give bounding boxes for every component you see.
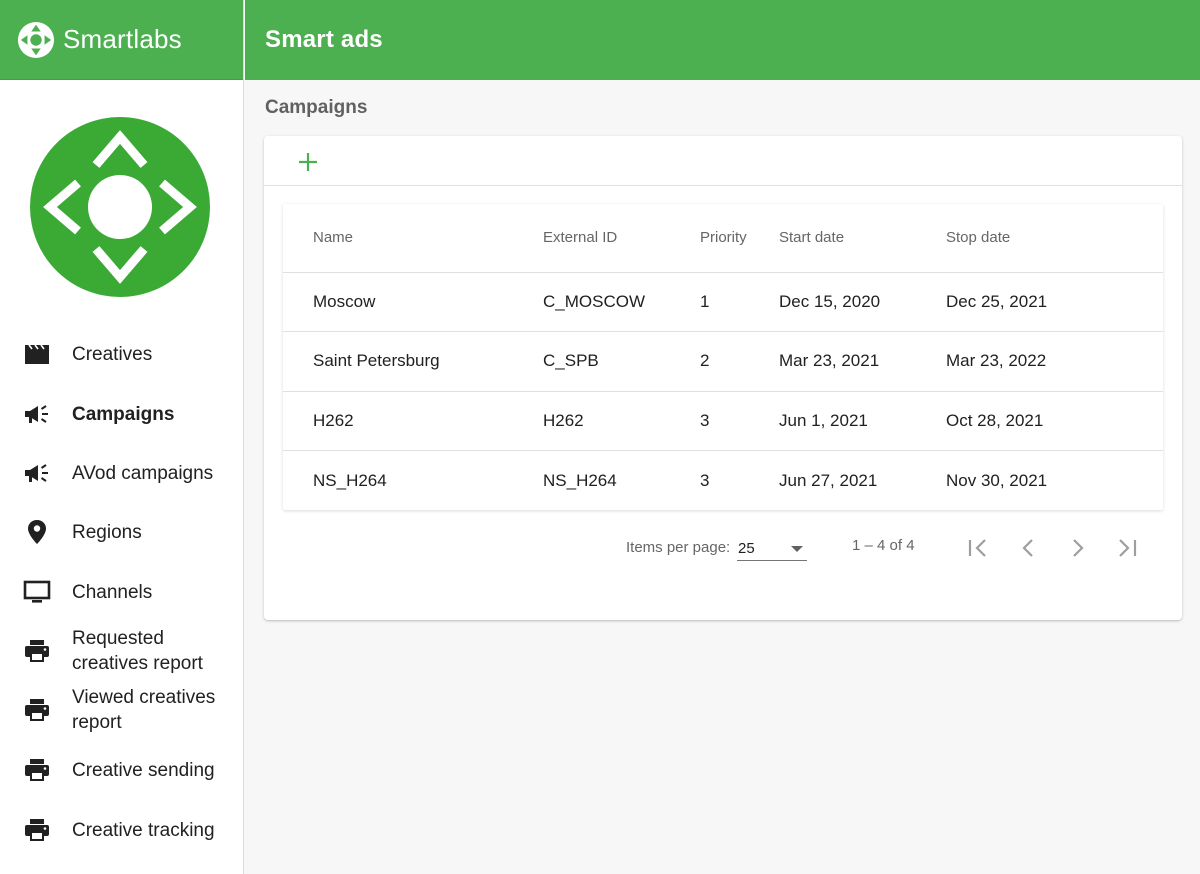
cell-external-id: C_MOSCOW: [543, 272, 700, 332]
dropdown-arrow-icon: [791, 546, 803, 552]
cell-stop-date: Mar 23, 2022: [946, 331, 1163, 392]
column-header-stop-date[interactable]: Stop date: [946, 204, 1163, 273]
sidebar-item-viewed-creatives-report[interactable]: Viewed creatives report: [0, 685, 243, 735]
cell-external-id: C_SPB: [543, 331, 700, 392]
megaphone-icon: [23, 459, 51, 487]
cell-stop-date: Oct 28, 2021: [946, 391, 1163, 451]
sidebar-item-creatives[interactable]: Creatives: [0, 342, 243, 366]
app-title: Smart ads: [265, 26, 383, 53]
cell-priority: 1: [700, 272, 779, 332]
sidebar-item-campaigns[interactable]: Campaigns: [0, 402, 243, 426]
cell-priority: 3: [700, 391, 779, 451]
sidebar-item-creative-sending[interactable]: Creative sending: [0, 758, 243, 782]
sidebar-item-label: Channels: [72, 582, 153, 603]
campaigns-card: Name External ID Priority Start date Sto…: [264, 136, 1182, 620]
page-range-label: 1 – 4 of 4: [852, 537, 915, 554]
column-header-external-id[interactable]: External ID: [543, 204, 700, 273]
sidebar-item-label: Creatives: [72, 344, 153, 365]
column-header-priority[interactable]: Priority: [700, 204, 779, 273]
sidebar-item-avod-campaigns[interactable]: AVod campaigns: [0, 461, 243, 485]
megaphone-icon: [23, 400, 51, 428]
clapperboard-icon: [23, 340, 51, 368]
printer-icon: [23, 756, 51, 784]
paginator: Items per page: 25 1 – 4 of 4: [264, 531, 1182, 571]
table-header-row: Name External ID Priority Start date Sto…: [283, 204, 1163, 273]
cell-start-date: Mar 23, 2021: [779, 331, 946, 392]
first-page-icon: [968, 539, 986, 557]
map-pin-icon: [23, 518, 51, 546]
sidebar-item-label: Creative tracking: [72, 820, 215, 841]
next-page-icon: [1073, 539, 1084, 557]
table-row[interactable]: H262 H262 3 Jun 1, 2021 Oct 28, 2021: [283, 391, 1163, 451]
plus-icon: [299, 153, 317, 171]
previous-page-button[interactable]: [1011, 531, 1045, 565]
sidebar-item-regions[interactable]: Regions: [0, 520, 243, 544]
app-header: Smart ads: [245, 0, 1200, 80]
items-per-page-select[interactable]: 25: [737, 535, 807, 561]
sidebar-item-label: Campaigns: [72, 404, 175, 425]
column-header-start-date[interactable]: Start date: [779, 204, 946, 273]
cell-start-date: Jun 1, 2021: [779, 391, 946, 451]
card-toolbar: [264, 136, 1182, 186]
sidebar-item-label: Creative sending: [72, 760, 215, 781]
cell-start-date: Dec 15, 2020: [779, 272, 946, 332]
printer-icon: [23, 637, 51, 665]
next-page-button[interactable]: [1061, 531, 1095, 565]
monitor-icon: [23, 578, 51, 606]
cell-name: H262: [283, 391, 543, 451]
table-row[interactable]: NS_H264 NS_H264 3 Jun 27, 2021 Nov 30, 2…: [283, 451, 1163, 511]
cell-external-id: H262: [543, 391, 700, 451]
compass-logo-icon: [17, 21, 55, 58]
cell-stop-date: Dec 25, 2021: [946, 272, 1163, 332]
sidebar-item-label: Regions: [72, 522, 142, 543]
cell-priority: 2: [700, 331, 779, 392]
last-page-button[interactable]: [1110, 531, 1144, 565]
table-row[interactable]: Saint Petersburg C_SPB 2 Mar 23, 2021 Ma…: [283, 331, 1163, 392]
sidebar-item-creative-tracking[interactable]: Creative tracking: [0, 818, 243, 842]
sidebar-item-label: AVod campaigns: [72, 463, 214, 484]
cell-name: Saint Petersburg: [283, 331, 543, 392]
printer-icon: [23, 696, 51, 724]
cell-name: Moscow: [283, 272, 543, 332]
add-campaign-button[interactable]: [294, 148, 322, 176]
items-per-page-value: 25: [738, 540, 755, 557]
column-header-name[interactable]: Name: [283, 204, 543, 273]
last-page-icon: [1119, 539, 1137, 557]
brand-name: Smartlabs: [63, 24, 182, 54]
items-per-page-label: Items per page:: [626, 539, 731, 556]
brand-bar: Smartlabs: [0, 0, 243, 80]
previous-page-icon: [1022, 539, 1033, 557]
sidebar-item-requested-creatives-report[interactable]: Requested creatives report: [0, 626, 243, 676]
sidebar-item-label: Viewed creatives report: [72, 687, 216, 733]
campaigns-table: Name External ID Priority Start date Sto…: [283, 204, 1163, 510]
sidebar-item-label: Requested creatives report: [72, 628, 203, 674]
cell-start-date: Jun 27, 2021: [779, 470, 878, 490]
table-row[interactable]: Moscow C_MOSCOW 1 Dec 15, 2020 Dec 25, 2…: [283, 272, 1163, 332]
cell-external-id: NS_H264: [543, 470, 617, 490]
large-compass-logo-icon: [30, 117, 210, 297]
cell-stop-date: Nov 30, 2021: [946, 470, 1048, 490]
printer-icon: [23, 816, 51, 844]
first-page-button[interactable]: [961, 531, 995, 565]
sidebar-item-channels[interactable]: Channels: [0, 580, 243, 604]
page-title: Campaigns: [265, 97, 368, 118]
sidebar: Smartlabs Creatives Campaigns AVod campa…: [0, 0, 244, 874]
cell-priority: 3: [700, 470, 710, 490]
cell-name: NS_H264: [313, 470, 387, 490]
